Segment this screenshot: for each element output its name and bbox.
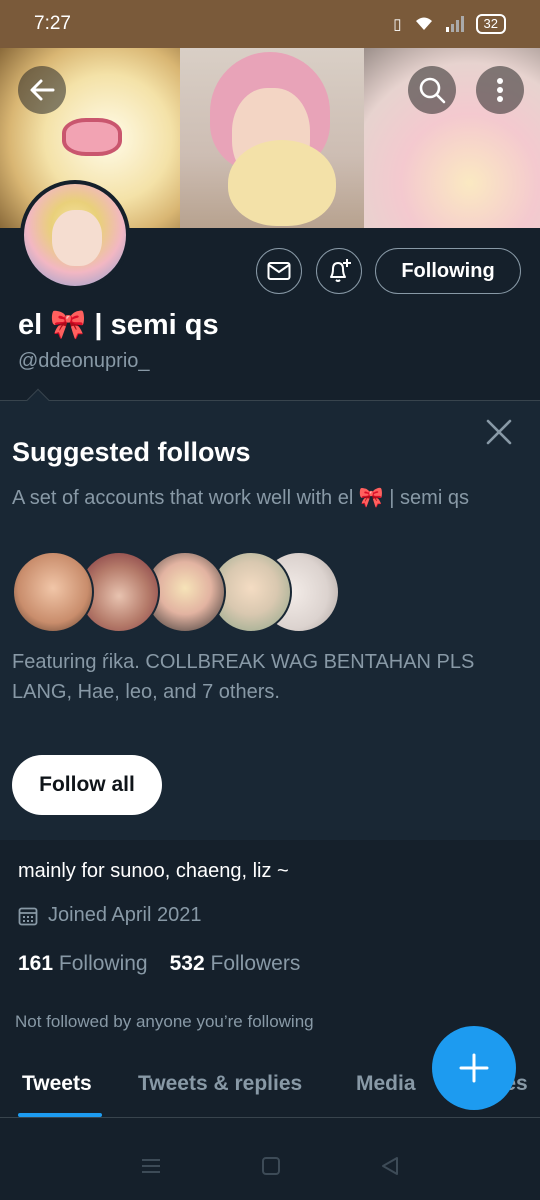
follow-counts: 161 Following 532 Followers: [18, 952, 300, 976]
plus-icon: [459, 1053, 489, 1083]
search-icon: [419, 77, 446, 104]
following-label: Following: [58, 952, 148, 975]
followers-count: 532: [169, 952, 205, 975]
suggested-avatar[interactable]: [12, 551, 94, 633]
not-followed-notice: Not followed by anyone you’re following: [15, 1012, 314, 1031]
more-vertical-icon: [497, 78, 503, 102]
status-time: 7:27: [34, 13, 71, 34]
menu-icon[interactable]: [140, 1157, 162, 1175]
signal-icon: [445, 16, 464, 32]
more-options-button[interactable]: [476, 66, 524, 114]
battery-icon: 32: [475, 14, 506, 34]
banner-image-person: [180, 48, 364, 228]
joined-date: Joined April 2021: [18, 904, 201, 927]
suggested-follows-title: Suggested follows: [12, 437, 251, 467]
tab-tweets-replies[interactable]: Tweets & replies: [138, 1072, 302, 1096]
panel-caret: [26, 388, 50, 412]
search-button[interactable]: [408, 66, 456, 114]
vibrate-icon: ▯: [393, 16, 402, 33]
suggested-follows-panel: Suggested follows A set of accounts that…: [0, 388, 540, 840]
suggested-follows-featuring: Featuring ŕika. COLLBREAK WAG BENTAHAN P…: [12, 651, 475, 703]
suggested-follows-description: A set of accounts that work well with el…: [12, 487, 469, 509]
following-count: 161: [18, 952, 54, 975]
system-nav-bar: [0, 1132, 540, 1200]
username-handle: @ddeonuprio_: [18, 350, 150, 372]
active-tab-indicator: [18, 1113, 102, 1117]
tab-media[interactable]: Media: [356, 1072, 416, 1096]
followers-count-link[interactable]: 532 Followers: [170, 952, 301, 976]
wifi-icon: [415, 17, 432, 30]
status-icons: ▯ 32: [393, 14, 506, 34]
compose-tweet-button[interactable]: [432, 1026, 516, 1110]
calendar-icon: [18, 907, 38, 925]
close-icon[interactable]: [484, 417, 514, 447]
bell-plus-icon: [330, 259, 351, 282]
following-count-link[interactable]: 161 Following: [18, 952, 148, 976]
back-button[interactable]: [18, 66, 66, 114]
display-name: el 🎀 | semi qs: [18, 309, 219, 341]
tab-tweets[interactable]: Tweets: [22, 1072, 92, 1096]
profile-bio: mainly for sunoo, chaeng, liz ~: [18, 860, 289, 882]
notifications-button[interactable]: [316, 248, 362, 294]
following-button[interactable]: Following: [375, 248, 521, 294]
back-triangle-icon[interactable]: [380, 1156, 400, 1176]
back-arrow-icon: [30, 79, 55, 101]
suggested-avatars[interactable]: [12, 551, 342, 635]
home-square-icon[interactable]: [261, 1156, 281, 1176]
message-button[interactable]: [256, 248, 302, 294]
joined-text: Joined April 2021: [48, 904, 202, 926]
mail-icon: [267, 262, 291, 280]
followers-label: Followers: [210, 952, 301, 975]
profile-avatar[interactable]: [20, 180, 130, 290]
status-bar: 7:27 ▯ 32: [0, 0, 540, 48]
follow-all-button[interactable]: Follow all: [12, 755, 162, 815]
